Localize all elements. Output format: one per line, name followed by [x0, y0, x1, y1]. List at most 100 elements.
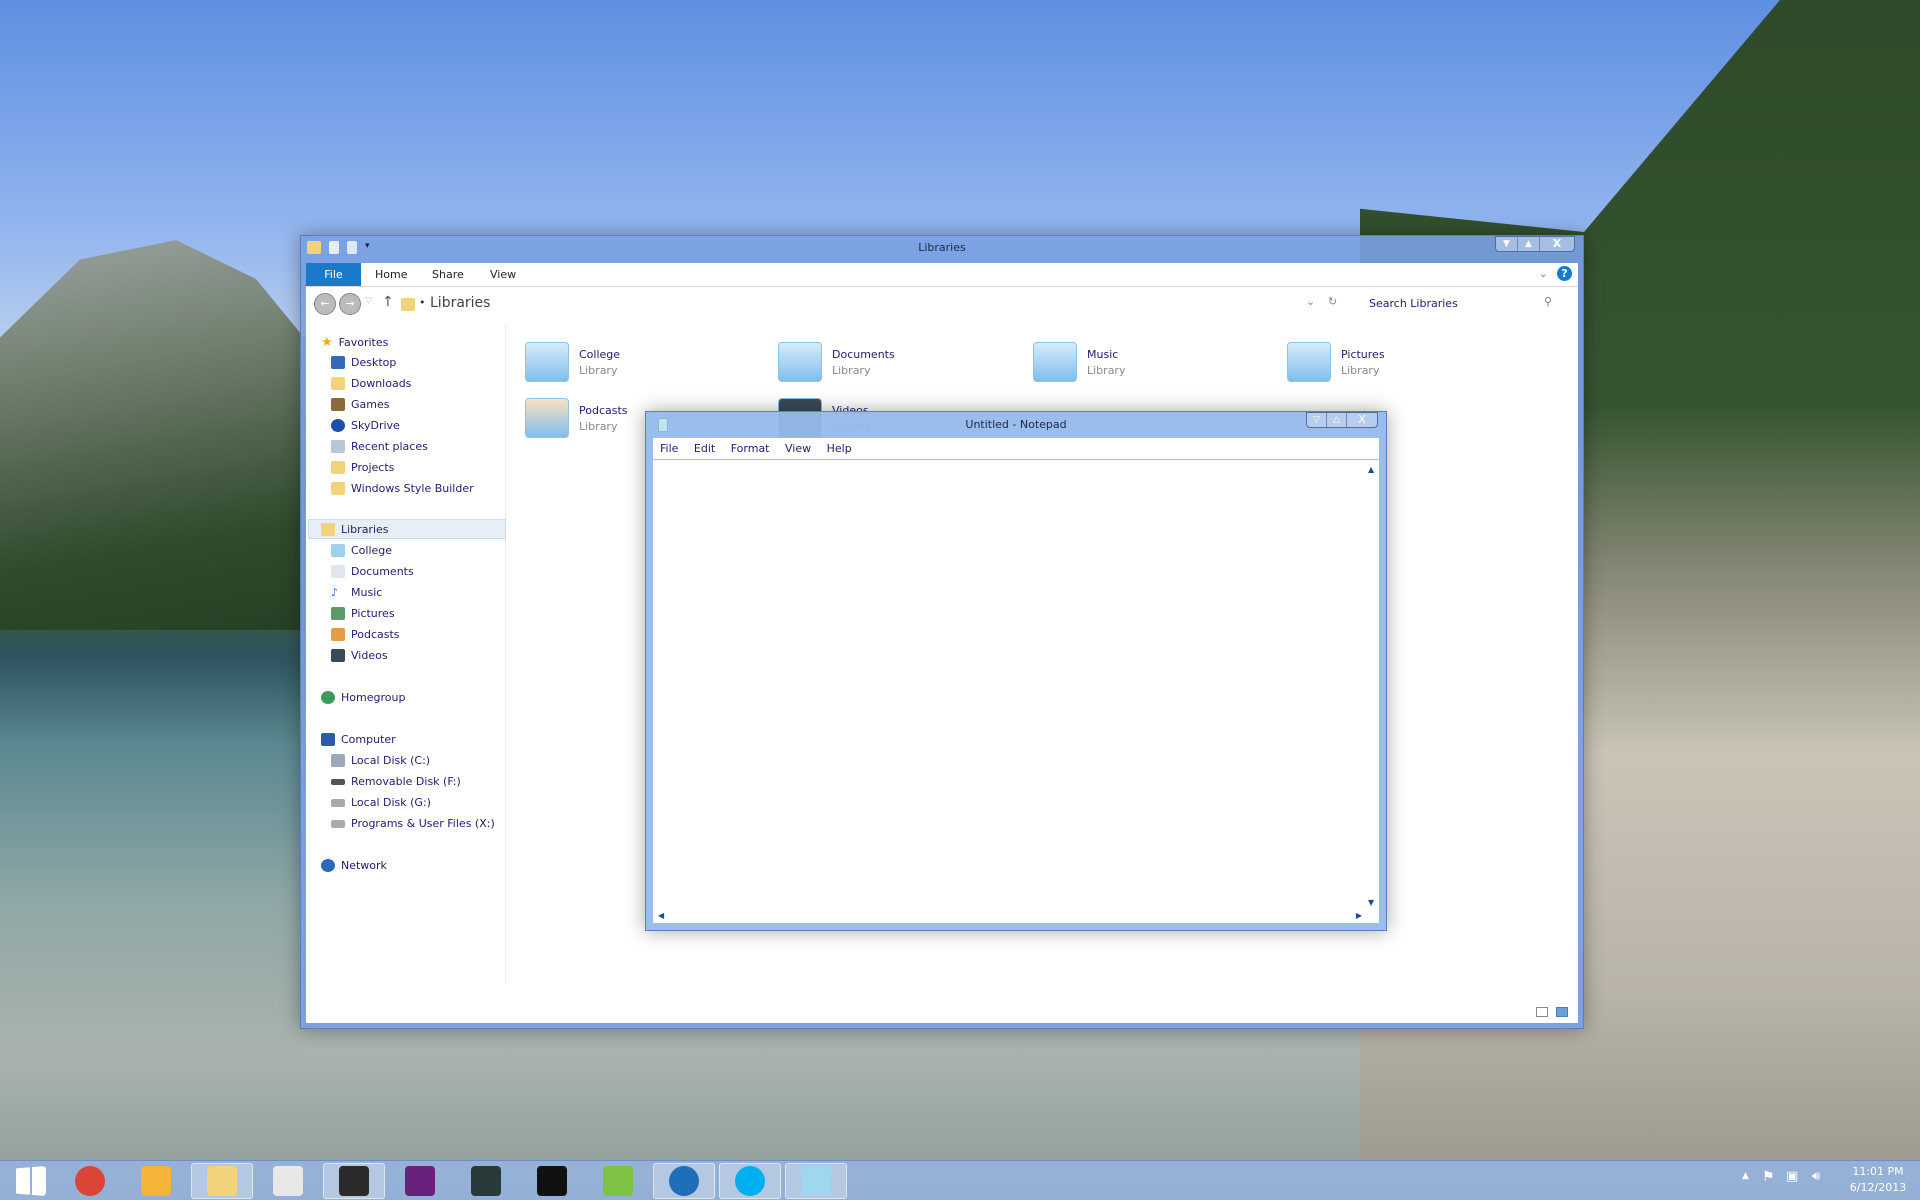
tab-share[interactable]: Share: [418, 263, 478, 286]
minimize-button[interactable]: ▼: [1496, 237, 1518, 251]
clock-date: 6/12/2013: [1849, 1181, 1907, 1194]
steam-icon: [339, 1166, 369, 1196]
nav-libraries[interactable]: Libraries: [321, 523, 389, 536]
taskbar-button-chrome[interactable]: [59, 1163, 121, 1199]
taskbar-button-visual-studio[interactable]: [389, 1163, 451, 1199]
mail-icon: [141, 1166, 171, 1196]
games-icon: [331, 398, 345, 411]
navigation-pane: ★ Favorites Desktop Downloads Games SkyDr…: [306, 323, 506, 983]
nav-podcasts[interactable]: Podcasts: [331, 628, 400, 641]
taskbar-button-windows-start[interactable]: [0, 1163, 62, 1199]
address-dropdown-icon[interactable]: ⌄: [1306, 295, 1315, 308]
address-bar[interactable]: Libraries: [430, 295, 490, 311]
notepad-plus-icon: [603, 1166, 633, 1196]
maximize-button[interactable]: ▲: [1518, 237, 1540, 251]
scroll-left-icon[interactable]: ◀: [658, 911, 664, 920]
library-podcasts[interactable]: Podcasts Library: [525, 398, 628, 438]
nav-college[interactable]: College: [331, 544, 392, 557]
nav-homegroup[interactable]: Homegroup: [321, 691, 405, 704]
menu-file[interactable]: File: [660, 442, 678, 455]
menu-help[interactable]: Help: [827, 442, 852, 455]
nav-removable-disk-f[interactable]: Removable Disk (F:): [331, 775, 461, 788]
taskbar-button-notepad[interactable]: [785, 1163, 847, 1199]
library-pictures[interactable]: Pictures Library: [1287, 342, 1385, 382]
nav-music[interactable]: ♪ Music: [331, 586, 382, 599]
search-icon[interactable]: ⚲: [1544, 295, 1552, 308]
minimize-button[interactable]: ▽: [1307, 413, 1327, 427]
taskbar-button-notepad-plus[interactable]: [587, 1163, 649, 1199]
action-center-flag-icon[interactable]: ⚑: [1762, 1169, 1775, 1185]
taskbar-button-snipping[interactable]: [257, 1163, 319, 1199]
scroll-up-icon[interactable]: ▲: [1368, 465, 1374, 474]
library-music[interactable]: Music Library: [1033, 342, 1125, 382]
ribbon-tabs: File Home Share View ⌄ ?: [306, 263, 1578, 287]
taskbar-button-steam[interactable]: [323, 1163, 385, 1199]
podcasts-icon: [331, 628, 345, 641]
nav-computer[interactable]: Computer: [321, 733, 396, 746]
network-icon[interactable]: ▣: [1786, 1169, 1798, 1184]
file-explorer-icon: [207, 1166, 237, 1196]
scroll-down-icon[interactable]: ▼: [1368, 898, 1374, 907]
nav-downloads[interactable]: Downloads: [331, 377, 411, 390]
close-button[interactable]: X: [1347, 413, 1377, 427]
refresh-icon[interactable]: ↻: [1328, 295, 1337, 308]
nav-pictures[interactable]: Pictures: [331, 607, 395, 620]
back-button[interactable]: ←: [314, 293, 336, 315]
nav-projects[interactable]: Projects: [331, 461, 394, 474]
taskbar-button-app[interactable]: [455, 1163, 517, 1199]
nav-games[interactable]: Games: [331, 398, 389, 411]
search-input[interactable]: Search Libraries: [1369, 297, 1458, 310]
notepad-window: Untitled - Notepad ▽ △ X File Edit Forma…: [645, 411, 1387, 931]
vertical-scrollbar[interactable]: ▲ ▼: [1365, 461, 1379, 909]
library-college[interactable]: College Library: [525, 342, 620, 382]
clock[interactable]: 11:01 PM 6/12/2013: [1840, 1164, 1916, 1196]
library-documents[interactable]: Documents Library: [778, 342, 895, 382]
notepad-body: File Edit Format View Help ▲ ▼ ◀ ▶: [653, 438, 1379, 923]
tab-home[interactable]: Home: [361, 263, 421, 286]
nav-local-disk-g[interactable]: Local Disk (G:): [331, 796, 431, 809]
drive-icon: [331, 819, 345, 828]
snipping-icon: [273, 1166, 303, 1196]
volume-icon[interactable]: 🔊︎: [1812, 1169, 1820, 1184]
show-hidden-icons-button[interactable]: ▲: [1742, 1171, 1749, 1181]
help-icon[interactable]: ?: [1557, 266, 1572, 281]
tab-view[interactable]: View: [476, 263, 530, 286]
taskbar-button-file-explorer[interactable]: [191, 1163, 253, 1199]
maximize-button[interactable]: △: [1327, 413, 1347, 427]
nav-desktop[interactable]: Desktop: [331, 356, 396, 369]
taskbar-button-itunes[interactable]: [653, 1163, 715, 1199]
taskbar-button-reshacker[interactable]: [521, 1163, 583, 1199]
nav-windows-style-builder[interactable]: Windows Style Builder: [331, 482, 474, 495]
network-icon: [321, 859, 335, 872]
large-icons-view-icon[interactable]: [1556, 1007, 1568, 1017]
recent-locations-icon[interactable]: ▽: [365, 296, 372, 306]
taskbar-button-mail[interactable]: [125, 1163, 187, 1199]
menu-view[interactable]: View: [785, 442, 811, 455]
visual-studio-icon: [405, 1166, 435, 1196]
nav-skydrive[interactable]: SkyDrive: [331, 419, 400, 432]
notepad-text-area[interactable]: [653, 461, 1365, 909]
details-view-icon[interactable]: [1536, 1007, 1548, 1017]
up-button[interactable]: ↑: [382, 294, 394, 310]
expand-ribbon-icon[interactable]: ⌄: [1539, 267, 1548, 280]
taskbar: ▲ ⚑ ▣ 🔊︎ 11:01 PM 6/12/2013: [0, 1160, 1920, 1200]
computer-icon: [321, 733, 335, 746]
nav-recent-places[interactable]: Recent places: [331, 440, 428, 453]
music-icon: ♪: [331, 586, 339, 599]
nav-favorites[interactable]: ★ Favorites: [321, 335, 388, 350]
forward-button[interactable]: →: [339, 293, 361, 315]
scroll-right-icon[interactable]: ▶: [1356, 911, 1362, 920]
menu-edit[interactable]: Edit: [694, 442, 715, 455]
close-button[interactable]: X: [1540, 237, 1574, 251]
taskbar-button-skype[interactable]: [719, 1163, 781, 1199]
tab-file[interactable]: File: [306, 263, 361, 286]
music-library-icon: [1033, 342, 1077, 382]
menu-format[interactable]: Format: [731, 442, 770, 455]
nav-videos[interactable]: Videos: [331, 649, 388, 662]
podcasts-library-icon: [525, 398, 569, 438]
horizontal-scrollbar[interactable]: ◀ ▶: [653, 909, 1365, 923]
nav-documents[interactable]: Documents: [331, 565, 414, 578]
nav-network[interactable]: Network: [321, 859, 387, 872]
nav-programs-x[interactable]: Programs & User Files (X:): [331, 817, 495, 830]
nav-local-disk-c[interactable]: Local Disk (C:): [331, 754, 430, 767]
